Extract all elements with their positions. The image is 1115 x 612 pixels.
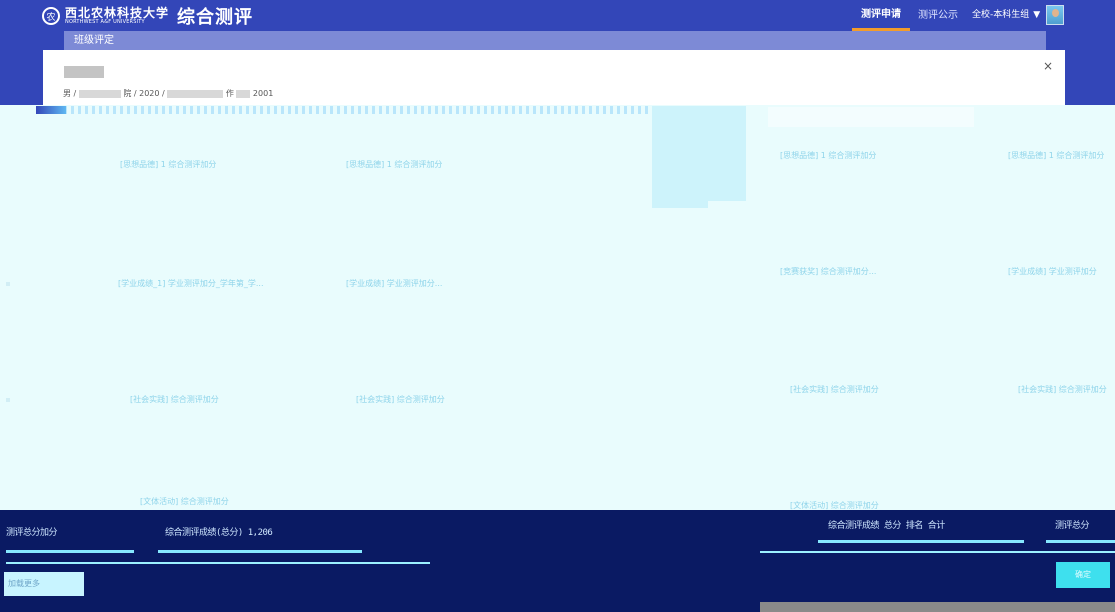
user-avatar-icon[interactable] <box>1046 5 1064 25</box>
university-seal-icon: 农 <box>42 7 60 25</box>
top-navigation-bar: 农 西北农林科技大学 NORTHWEST A&F UNIVERSITY 综合测评… <box>0 0 1115 31</box>
list-item[interactable]: [思想品德] 1 综合测评加分 <box>346 159 442 170</box>
university-name: 西北农林科技大学 NORTHWEST A&F UNIVERSITY <box>65 7 169 25</box>
student-year: 院 / 2020 / <box>123 89 165 98</box>
app-title: 综合测评 <box>177 7 254 28</box>
preview-panel <box>652 106 746 201</box>
divider <box>6 562 430 564</box>
summary-label: 测评总分 <box>1055 521 1090 531</box>
active-tab-marker <box>36 106 66 114</box>
list-item[interactable]: [社会实践] 综合测评加分 <box>790 384 879 395</box>
redacted-block <box>167 89 224 98</box>
divider <box>1046 540 1115 543</box>
student-gender: 男 / <box>63 89 77 98</box>
tab-evaluation-public[interactable]: 测评公示 <box>912 0 964 31</box>
university-name-cn: 西北农林科技大学 <box>65 6 170 20</box>
student-affiliation: 男 / 院 / 2020 / 作 2001 <box>63 88 273 99</box>
close-icon[interactable]: × <box>1041 59 1055 73</box>
list-item[interactable]: [学业成绩] 学业测评加分... <box>346 278 442 289</box>
right-header-strip <box>768 107 974 127</box>
tab-strip <box>36 106 740 114</box>
list-item[interactable]: [思想品德] 1 综合测评加分 <box>120 159 216 170</box>
divider <box>6 550 134 553</box>
university-logo[interactable]: 农 西北农林科技大学 NORTHWEST A&F UNIVERSITY 综合测评 <box>42 5 254 28</box>
divider <box>760 551 1115 553</box>
student-class: 2001 <box>252 89 274 98</box>
list-item[interactable]: [思想品德] 1 综合测评加分 <box>780 150 876 161</box>
role-label: 全校-本科生组 <box>972 10 1030 20</box>
list-item[interactable]: [社会实践] 综合测评加分 <box>1018 384 1107 395</box>
horizontal-scrollbar[interactable] <box>760 602 1115 612</box>
divider <box>158 550 362 553</box>
load-more-button[interactable]: 加载更多 <box>4 572 84 596</box>
student-major: 作 <box>225 89 234 98</box>
chevron-down-icon: ▼ <box>1033 10 1041 20</box>
list-item[interactable]: [思想品德] 1 综合测评加分 <box>1008 150 1104 161</box>
summary-label: 测评总分加分 <box>6 528 58 538</box>
edge-marker <box>6 282 10 286</box>
redacted-block <box>236 89 251 98</box>
breadcrumb: 班级评定 <box>64 31 1046 50</box>
redacted-block <box>78 89 121 98</box>
list-item[interactable]: [社会实践] 综合测评加分 <box>356 394 445 405</box>
student-name-redacted <box>64 66 104 78</box>
list-item[interactable]: [学业成绩] 学业测评加分 <box>1008 266 1097 277</box>
role-selector[interactable]: 全校-本科生组 ▼ <box>972 0 1040 31</box>
summary-label: 综合测评成绩 总分 排名 合计 <box>828 521 945 531</box>
list-item[interactable]: [社会实践] 综合测评加分 <box>130 394 219 405</box>
confirm-button[interactable]: 确定 <box>1056 562 1110 588</box>
university-name-en: NORTHWEST A&F UNIVERSITY <box>65 19 145 25</box>
edge-marker <box>6 398 10 402</box>
list-item[interactable]: [学业成绩_1] 学业测评加分_学年第_学... <box>118 278 264 289</box>
divider <box>818 540 1024 543</box>
tab-evaluation-apply[interactable]: 测评申请 <box>852 0 910 31</box>
preview-panel-tail <box>652 201 708 208</box>
list-item[interactable]: [竞赛获奖] 综合测评加分... <box>780 266 876 277</box>
student-info-card: 男 / 院 / 2020 / 作 2001 × <box>43 50 1065 105</box>
list-item[interactable]: [文体活动] 综合测评加分 <box>140 496 229 507</box>
summary-label: 综合测评成绩(总分) 1,206 <box>165 528 273 538</box>
